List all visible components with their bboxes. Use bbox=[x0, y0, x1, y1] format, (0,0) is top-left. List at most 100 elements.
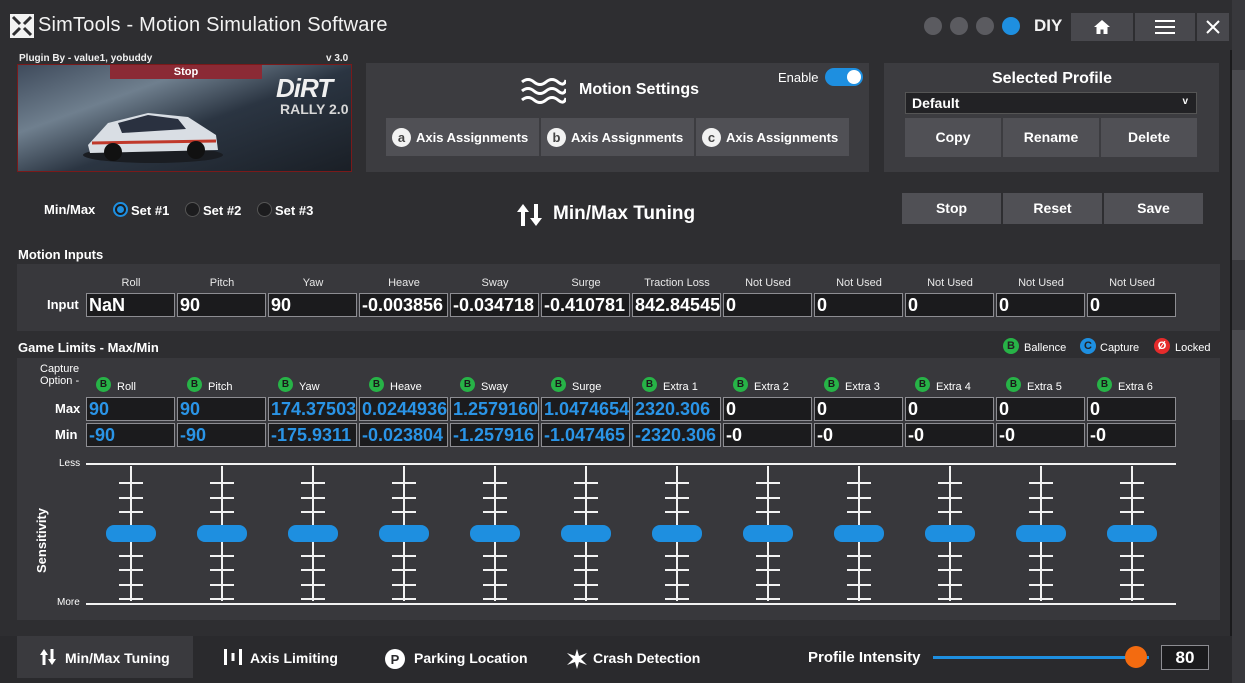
sensitivity-slider[interactable] bbox=[283, 466, 343, 601]
sensitivity-slider[interactable] bbox=[920, 466, 980, 601]
game-limit-min-value[interactable]: -90 bbox=[177, 423, 266, 447]
balance-capture-icon[interactable]: B bbox=[460, 377, 475, 392]
sensitivity-slider[interactable] bbox=[829, 466, 889, 601]
axis-assignments-b-button[interactable]: b Axis Assignments bbox=[541, 118, 694, 156]
balance-capture-icon[interactable]: B bbox=[369, 377, 384, 392]
balance-capture-icon[interactable]: B bbox=[915, 377, 930, 392]
set-3-radio[interactable] bbox=[257, 202, 272, 217]
game-limit-max-value[interactable]: 0 bbox=[1087, 397, 1176, 421]
balance-capture-icon[interactable]: B bbox=[278, 377, 293, 392]
tab-parking-location[interactable]: P Parking Location bbox=[370, 636, 545, 678]
game-limit-max-value[interactable]: 1.2579160 bbox=[450, 397, 539, 421]
set-1-radio[interactable] bbox=[113, 202, 128, 217]
game-limit-max-value[interactable]: 0 bbox=[723, 397, 812, 421]
game-limit-min-value[interactable]: -1.257916 bbox=[450, 423, 539, 447]
set-1-label[interactable]: Set #1 bbox=[131, 203, 169, 218]
slider-tick bbox=[938, 554, 962, 557]
slider-tick bbox=[301, 583, 325, 586]
motion-input-column-header: Surge bbox=[571, 277, 601, 289]
slider-knob[interactable] bbox=[1016, 524, 1066, 542]
slider-tick bbox=[119, 482, 143, 484]
slider-knob[interactable] bbox=[834, 524, 884, 542]
balance-capture-icon[interactable]: B bbox=[1097, 377, 1112, 392]
sensitivity-slider[interactable] bbox=[192, 466, 252, 601]
diy-label[interactable]: DIY bbox=[1034, 16, 1062, 36]
sensitivity-slider[interactable] bbox=[647, 466, 707, 601]
copy-button[interactable]: Copy bbox=[905, 118, 1001, 157]
wrench-icon[interactable] bbox=[976, 17, 994, 35]
profile-intensity-slider[interactable] bbox=[933, 656, 1149, 659]
axis-assignments-a-button[interactable]: a Axis Assignments bbox=[386, 118, 539, 156]
slider-knob[interactable] bbox=[1107, 524, 1157, 542]
game-limit-max-value[interactable]: 0 bbox=[996, 397, 1085, 421]
sensitivity-slider[interactable] bbox=[101, 466, 161, 601]
menu-button[interactable] bbox=[1135, 13, 1195, 41]
game-limit-max-value[interactable]: 174.37503 bbox=[268, 397, 357, 421]
slider-knob[interactable] bbox=[106, 524, 156, 542]
set-3-label[interactable]: Set #3 bbox=[275, 203, 313, 218]
game-limit-max-value[interactable]: 90 bbox=[177, 397, 266, 421]
game-limit-max-value[interactable]: 90 bbox=[86, 397, 175, 421]
enable-toggle[interactable] bbox=[825, 68, 863, 86]
rename-button[interactable]: Rename bbox=[1003, 118, 1099, 157]
game-limit-min-value[interactable]: -0 bbox=[1087, 423, 1176, 447]
game-limit-max-value[interactable]: 0.0244936 bbox=[359, 397, 448, 421]
balance-capture-icon[interactable]: B bbox=[733, 377, 748, 392]
slider-knob[interactable] bbox=[925, 524, 975, 542]
balance-capture-icon[interactable]: B bbox=[96, 377, 111, 392]
set-2-label[interactable]: Set #2 bbox=[203, 203, 241, 218]
slider-knob[interactable] bbox=[470, 524, 520, 542]
stop-button[interactable]: Stop bbox=[902, 193, 1001, 224]
profile-dropdown[interactable]: Default v bbox=[905, 92, 1197, 114]
close-button[interactable] bbox=[1197, 13, 1229, 41]
tab-axis-limiting[interactable]: Axis Limiting bbox=[205, 636, 355, 678]
set-2-radio[interactable] bbox=[185, 202, 200, 217]
game-limit-min-value[interactable]: -0 bbox=[723, 423, 812, 447]
slider-knob[interactable] bbox=[561, 524, 611, 542]
slider-knob[interactable] bbox=[652, 524, 702, 542]
game-limit-min-value[interactable]: -0 bbox=[814, 423, 903, 447]
game-limit-min-value[interactable]: -0 bbox=[996, 423, 1085, 447]
slider-knob[interactable] bbox=[288, 524, 338, 542]
reset-button[interactable]: Reset bbox=[1003, 193, 1102, 224]
balance-capture-icon[interactable]: B bbox=[187, 377, 202, 392]
game-limit-max-value[interactable]: 0 bbox=[814, 397, 903, 421]
sensitivity-slider[interactable] bbox=[374, 466, 434, 601]
balance-capture-icon[interactable]: B bbox=[551, 377, 566, 392]
home-button[interactable] bbox=[1071, 13, 1133, 41]
slider-knob[interactable] bbox=[743, 524, 793, 542]
slider-knob[interactable] bbox=[197, 524, 247, 542]
sensitivity-slider[interactable] bbox=[465, 466, 525, 601]
game-limit-min-value[interactable]: -1.047465 bbox=[541, 423, 630, 447]
game-limit-min-value[interactable]: -175.9311 bbox=[268, 423, 357, 447]
game-limit-min-value[interactable]: -0 bbox=[905, 423, 994, 447]
tab-minmax-tuning[interactable]: Min/Max Tuning bbox=[17, 636, 193, 678]
power-icon[interactable] bbox=[1002, 17, 1020, 35]
minmax-tuning-title: Min/Max Tuning bbox=[553, 203, 696, 224]
plugin-stop-banner[interactable]: Stop bbox=[110, 65, 262, 79]
delete-button[interactable]: Delete bbox=[1101, 118, 1197, 157]
axis-assignments-c-button[interactable]: c Axis Assignments bbox=[696, 118, 849, 156]
save-button[interactable]: Save bbox=[1104, 193, 1203, 224]
sensitivity-slider[interactable] bbox=[1102, 466, 1162, 601]
game-limit-min-value[interactable]: -2320.306 bbox=[632, 423, 721, 447]
profile-intensity-knob[interactable] bbox=[1124, 646, 1147, 668]
balance-capture-icon[interactable]: B bbox=[642, 377, 657, 392]
sensitivity-slider[interactable] bbox=[738, 466, 798, 601]
game-limit-min-value[interactable]: -0.023804 bbox=[359, 423, 448, 447]
profile-intensity-value[interactable]: 80 bbox=[1161, 645, 1209, 670]
download-icon[interactable] bbox=[924, 17, 942, 35]
game-limit-max-value[interactable]: 1.0474654 bbox=[541, 397, 630, 421]
slider-tick bbox=[483, 569, 507, 571]
tab-crash-detection[interactable]: Crash Detection bbox=[555, 636, 720, 678]
slider-knob[interactable] bbox=[379, 524, 429, 542]
balance-capture-icon[interactable]: B bbox=[1006, 377, 1021, 392]
plugin-version: v 3.0 bbox=[326, 53, 349, 64]
gear-icon[interactable] bbox=[950, 17, 968, 35]
balance-capture-icon[interactable]: B bbox=[824, 377, 839, 392]
sensitivity-slider[interactable] bbox=[1011, 466, 1071, 601]
game-limit-max-value[interactable]: 0 bbox=[905, 397, 994, 421]
game-limit-min-value[interactable]: -90 bbox=[86, 423, 175, 447]
game-limit-max-value[interactable]: 2320.306 bbox=[632, 397, 721, 421]
sensitivity-slider[interactable] bbox=[556, 466, 616, 601]
